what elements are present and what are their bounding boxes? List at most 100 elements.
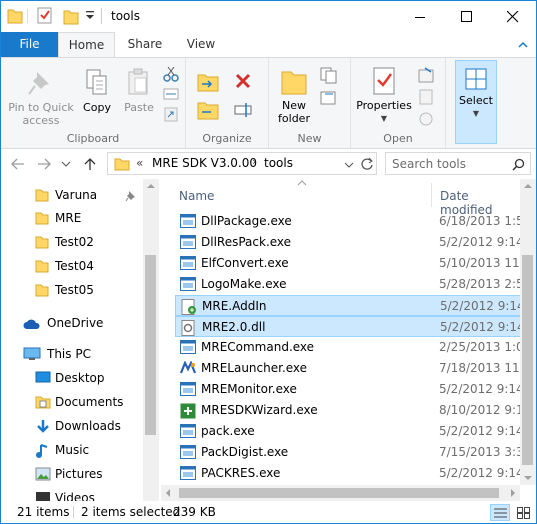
exe-window-icon [180,424,196,444]
nav-item-mre[interactable]: MRE [1,207,143,229]
horizontal-scroll-thumb[interactable] [179,488,499,498]
scroll-up-icon[interactable] [524,183,532,189]
search-placeholder: Search tools [392,157,467,171]
pin-quick-access-button[interactable]: Pin to Quick access [5,68,77,127]
address-overflow[interactable]: « [136,156,143,170]
select-button[interactable]: Select ▼ [455,60,497,144]
tab-file[interactable]: File [1,32,58,57]
rename-icon[interactable] [232,98,256,122]
refresh-icon[interactable] [360,157,374,171]
file-row[interactable]: MRESDKWizard.exe 8/10/2012 9:14 [175,400,531,421]
nav-item-pictures[interactable]: Pictures [1,463,143,485]
file-row[interactable]: PackDigist.exe 7/15/2013 3:32 [175,442,531,465]
nav-item-this-pc[interactable]: This PC [1,343,143,365]
tab-share[interactable]: Share [119,32,171,57]
recent-locations-chevron-icon[interactable] [61,160,71,168]
delete-icon[interactable] [232,70,256,94]
file-row[interactable]: DllResPack.exe 5/2/2012 9:14 A [175,232,536,253]
up-arrow-icon[interactable] [83,157,97,171]
nav-label: Documents [55,395,124,409]
scroll-down-icon[interactable] [524,475,532,481]
tab-home[interactable]: Home [58,32,115,58]
easy-access-icon[interactable] [319,88,339,106]
edit-icon[interactable] [417,88,437,106]
nav-scrollbar[interactable] [143,179,159,501]
column-name[interactable]: Name [179,189,214,203]
new-item-icon[interactable] [319,66,339,84]
paste-button[interactable]: Paste [119,68,159,114]
properties-quick-icon[interactable] [37,7,53,27]
open-group: Properties ▼ Open [351,58,446,148]
properties-button[interactable]: Properties ▼ [355,66,413,125]
file-row[interactable]: DllPackage.exe 6/18/2013 1:51 [175,211,531,232]
nav-item-videos[interactable]: Videos [1,487,143,501]
nav-item-documents[interactable]: Documents [1,391,143,413]
copy-button[interactable]: Copy [77,68,117,114]
nav-item-onedrive[interactable]: OneDrive [1,312,143,334]
nav-item-desktop[interactable]: Desktop [1,367,143,389]
file-date-modified: 2/25/2013 1:05 [439,340,532,354]
exe-window-icon [180,445,196,465]
organize-group-label: Organize [202,132,252,145]
nav-label: Music [55,443,90,457]
scroll-up-icon[interactable] [147,183,155,189]
copy-path-icon[interactable] [163,86,179,102]
file-date-modified: 6/18/2013 1:51 [439,214,532,228]
move-to-icon[interactable] [196,70,220,94]
file-name: LogoMake.exe [201,277,287,291]
address-bar[interactable]: « MRE SDK V3.0.00 › tools [107,152,377,175]
forward-arrow-icon[interactable] [37,158,51,170]
file-row[interactable]: MRE2.0.dll 5/2/2012 9:14 A [175,316,536,337]
nav-item-test04[interactable]: Test04 [1,255,143,277]
file-row[interactable]: LogoMake.exe 5/28/2013 2:55 [175,274,531,295]
file-row[interactable]: MRECommand.exe 2/25/2013 1:05 [175,337,531,360]
exe-window-icon [180,382,196,402]
exe-window-icon [180,340,196,360]
minimize-button[interactable] [398,1,444,32]
selection-size: 239 KB [173,505,216,519]
file-row[interactable]: pack.exe 5/2/2012 9:14 A [175,421,536,444]
large-icons-view-button[interactable] [514,504,534,521]
copy-to-icon[interactable] [196,98,220,122]
nav-scroll-thumb[interactable] [145,255,156,435]
file-name: MRE.AddIn [202,299,267,313]
folder-icon [35,284,49,297]
new-folder-button[interactable]: New folder [273,66,315,125]
maximize-button[interactable] [444,1,490,32]
nav-item-varuna[interactable]: Varuna [1,184,143,206]
close-icon [507,10,519,22]
nav-item-test02[interactable]: Test02 [1,231,143,253]
breadcrumb-sdk[interactable]: MRE SDK V3.0.00 [152,156,257,170]
address-dropdown-icon[interactable] [344,161,354,169]
cut-icon[interactable] [163,66,179,82]
history-icon[interactable] [417,110,437,128]
details-view-button[interactable] [490,504,510,521]
nav-item-downloads[interactable]: Downloads [1,415,143,437]
paste-shortcut-icon[interactable] [163,106,179,122]
scroll-left-icon[interactable] [165,489,171,497]
file-scroll-thumb[interactable] [522,255,533,465]
file-row[interactable]: PACKRES.exe 5/2/2012 9:14 A [175,463,536,484]
pictures-icon [35,467,51,481]
file-horizontal-scrollbar[interactable] [161,485,520,501]
close-button[interactable] [490,1,536,32]
folder-icon [35,189,49,202]
file-row[interactable]: MRELauncher.exe 7/18/2013 11:30 [175,358,536,379]
file-row[interactable]: ElfConvert.exe 5/10/2013 11:32 [175,253,536,274]
videos-icon [36,492,50,501]
search-box[interactable]: Search tools [385,152,531,175]
breadcrumb-separator-icon[interactable]: › [252,155,256,168]
breadcrumb-tools[interactable]: tools [264,156,293,170]
nav-item-music[interactable]: Music [1,439,143,461]
customize-quick-access-icon[interactable] [85,10,95,30]
nav-item-test05[interactable]: Test05 [1,279,143,301]
open-icon[interactable] [417,66,437,84]
back-arrow-icon[interactable] [11,158,25,170]
scroll-right-icon[interactable] [510,489,516,497]
new-folder-quick-icon[interactable] [63,7,79,27]
file-vertical-scrollbar[interactable] [520,179,536,485]
file-row[interactable]: MRE.AddIn 5/2/2012 9:14 A [175,295,536,316]
tab-view[interactable]: View [175,32,227,57]
file-row[interactable]: MREMonitor.exe 5/2/2012 9:14 A [175,379,536,402]
expand-ribbon-icon[interactable] [517,39,529,51]
